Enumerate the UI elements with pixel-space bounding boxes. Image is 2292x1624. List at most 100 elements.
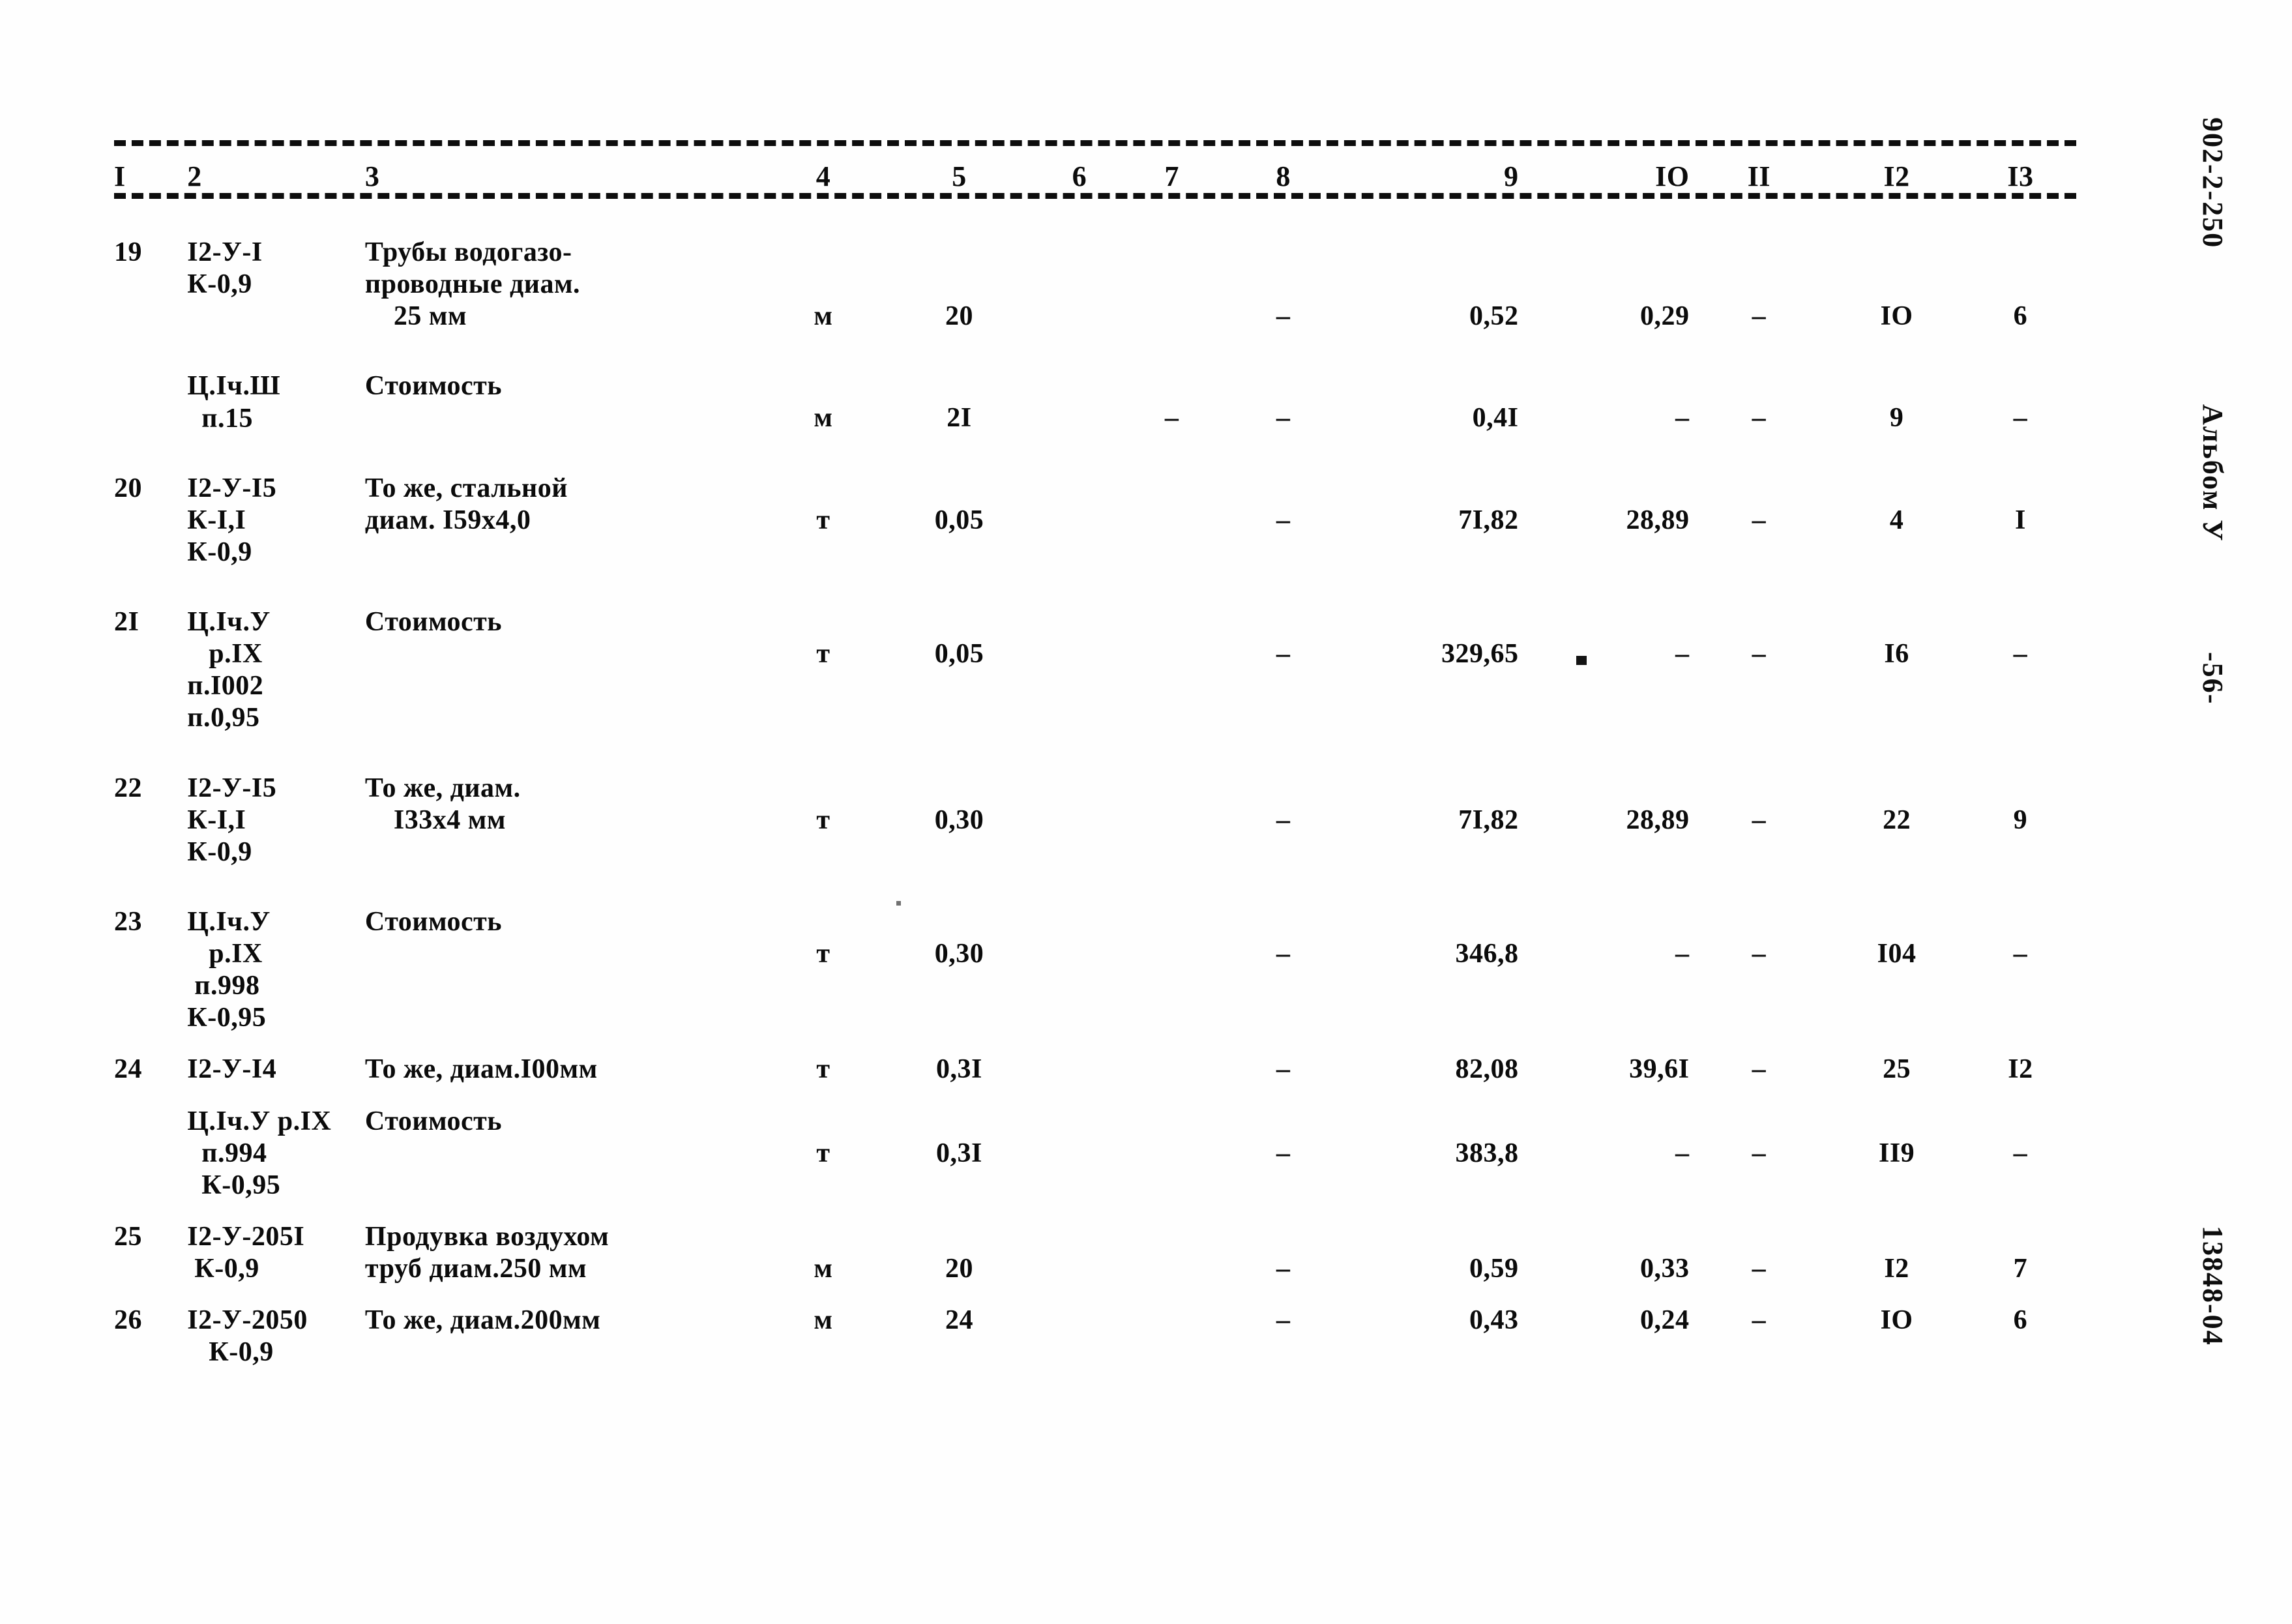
- cell-col8: –: [1219, 370, 1348, 434]
- cell-text: –: [1752, 805, 1767, 835]
- spacer-cell: [114, 199, 2076, 237]
- cell-text: I2: [1884, 1253, 1909, 1284]
- cell-text: I: [2014, 505, 2026, 535]
- cell-text: 20: [114, 473, 142, 503]
- spacer-cell: [114, 1034, 2076, 1054]
- cell-text: –: [2013, 938, 2028, 969]
- cell-text: 24: [945, 1305, 973, 1336]
- cell-text: т: [816, 1054, 830, 1085]
- column-header-11: II: [1747, 160, 1771, 192]
- spacer-cell: [114, 1368, 2076, 1406]
- cell-text: IO: [1880, 1305, 1913, 1336]
- cell-text: –: [1752, 938, 1767, 969]
- cell-text: м: [814, 1305, 833, 1336]
- cell-text: 0,43: [1469, 1305, 1519, 1336]
- cell-col2: I2-У-205I К-0,9: [187, 1221, 365, 1285]
- cell-col4: м: [762, 1221, 884, 1285]
- cell-text: 2I: [947, 403, 972, 434]
- cell-col2: I2-У-I4: [187, 1054, 365, 1085]
- table-dashed-rule-top: [114, 140, 2076, 146]
- table-spacer: [114, 332, 2076, 370]
- cell-text: –: [1276, 403, 1291, 434]
- scan-artifact: [1576, 656, 1587, 665]
- cell-col3: То же, стальной диам. I59х4,0: [365, 473, 762, 568]
- cell-col12: I2: [1829, 1221, 1965, 1285]
- cell-col8: –: [1219, 1221, 1348, 1285]
- cost-estimate-table: I 2 3 4 5 6 7 8 9 IO II I2 I3 19 I2-У-I К-0,9 Трубы вод…: [114, 140, 2076, 1406]
- cell-text: 0,24: [1640, 1305, 1690, 1336]
- column-header-12: I2: [1883, 160, 1910, 192]
- cell-text: –: [1276, 1054, 1291, 1085]
- column-header-2: 2: [187, 160, 202, 192]
- column-header-10: IO: [1655, 160, 1690, 192]
- spacer-cell: [114, 868, 2076, 906]
- column-header-5: 5: [952, 160, 967, 192]
- cell-col1: 19: [114, 237, 187, 332]
- cell-col2: I2-У-I5 К-I,I К-0,9: [187, 773, 365, 868]
- cell-col5: 0,05: [885, 473, 1035, 568]
- cell-col3: Продувка воздухом труб диам.250 мм: [365, 1221, 762, 1285]
- cell-col4: м: [762, 370, 884, 434]
- cell-col1: 22: [114, 773, 187, 868]
- cell-col8: –: [1219, 1054, 1348, 1085]
- cell-col10: 28,89: [1519, 473, 1690, 568]
- cell-col9: 0,52: [1348, 237, 1519, 332]
- cell-col3: То же, диам. I33х4 мм: [365, 773, 762, 868]
- column-header-7: 7: [1164, 160, 1179, 192]
- cell-text: I2-У-I5 К-I,I К-0,9: [187, 773, 277, 867]
- cell-col7: [1124, 1221, 1218, 1285]
- cell-text: 82,08: [1455, 1054, 1519, 1085]
- cell-text: 329,65: [1441, 639, 1519, 669]
- cell-col4: т: [762, 906, 884, 1035]
- cell-col2: Ц.Iч.У р.IX п.998 К-0,95: [187, 906, 365, 1035]
- table-spacer: [114, 199, 2076, 237]
- spacer-cell: [114, 1086, 2076, 1106]
- cell-text: –: [1675, 403, 1690, 434]
- document-page: I 2 3 4 5 6 7 8 9 IO II I2 I3 19 I2-У-I К-0,9 Трубы вод…: [0, 0, 2292, 1624]
- cell-col5: 0,30: [885, 906, 1035, 1035]
- cell-col13: 7: [1965, 1221, 2076, 1285]
- cell-text: 0,29: [1640, 301, 1690, 331]
- table-spacer: [114, 735, 2076, 773]
- cell-text: 25: [114, 1221, 142, 1252]
- cell-text: 7I,82: [1458, 805, 1519, 835]
- cell-col1: 24: [114, 1054, 187, 1085]
- cell-text: т: [816, 505, 830, 535]
- cell-col3: То же, диам.I00мм: [365, 1054, 762, 1085]
- table-row: Ц.Iч.У р.IX п.994 К-0,95 Стоимость т 0,3I – 3…: [114, 1106, 2076, 1202]
- cell-text: 0,4I: [1472, 403, 1519, 434]
- cell-text: 7I,82: [1458, 505, 1519, 535]
- cell-col5: 20: [885, 1221, 1035, 1285]
- cell-text: IO: [1880, 301, 1913, 331]
- cell-text: I2-У-I4: [187, 1054, 277, 1085]
- cell-text: II9: [1878, 1138, 1915, 1168]
- cell-col9: 7I,82: [1348, 773, 1519, 868]
- cell-col3: Стоимость: [365, 906, 762, 1035]
- cell-col5: 0,30: [885, 773, 1035, 868]
- dashed-rule: [114, 140, 2076, 146]
- cell-text: –: [1276, 1305, 1291, 1336]
- cell-col1: 20: [114, 473, 187, 568]
- cell-col7: [1124, 1106, 1218, 1202]
- cell-text: –: [1752, 1253, 1767, 1284]
- cell-text: 19: [114, 237, 142, 267]
- cell-col10: –: [1519, 906, 1690, 1035]
- cell-text: Стоимость: [364, 1106, 503, 1136]
- cell-col5: 0,3I: [885, 1106, 1035, 1202]
- cell-text: –: [1752, 1305, 1767, 1336]
- cell-text: 6: [2013, 301, 2028, 331]
- cell-text: т: [816, 1138, 830, 1168]
- column-header-9: 9: [1504, 160, 1519, 192]
- column-header-4: 4: [815, 160, 831, 192]
- cell-text: 39,6I: [1629, 1054, 1690, 1085]
- cell-text: I2-У-I5 К-I,I К-0,9: [187, 473, 277, 567]
- cell-text: Трубы водогазо- проводные диам. 25 мм: [364, 237, 581, 332]
- cell-col10: 39,6I: [1519, 1054, 1690, 1085]
- cell-text: Стоимость: [364, 607, 503, 637]
- cell-text: –: [1752, 403, 1767, 434]
- table-row: 22 I2-У-I5 К-I,I К-0,9 То же, диам. I33х4 …: [114, 773, 2076, 868]
- cell-col2: Ц.Iч.Ш п.15: [187, 370, 365, 434]
- table-row: Ц.Iч.Ш п.15 Стоимость м 2I – – 0,4I – – 9 –: [114, 370, 2076, 434]
- dashed-line: [114, 193, 2076, 199]
- cell-text: –: [1276, 639, 1291, 669]
